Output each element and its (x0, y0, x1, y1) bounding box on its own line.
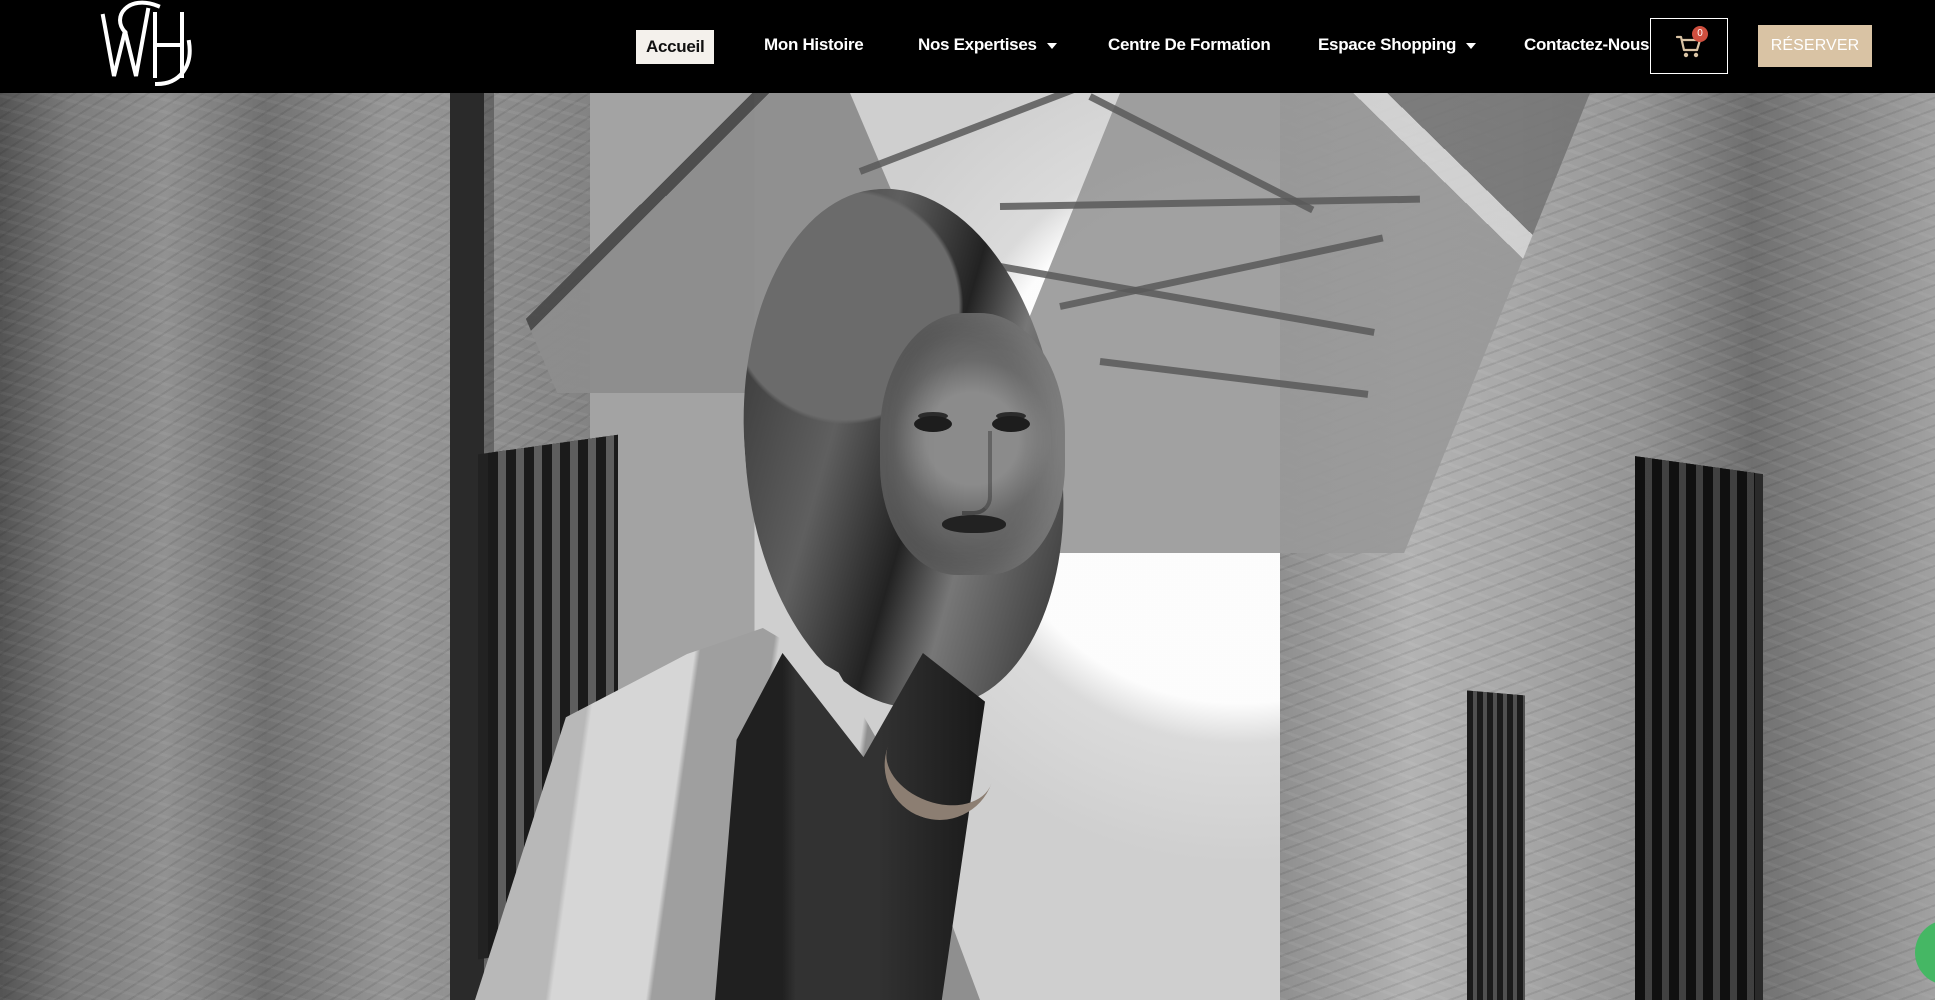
nav-label: Espace Shopping (1318, 35, 1457, 54)
cart-button[interactable]: 0 (1650, 18, 1728, 74)
nav-label: Contactez-Nous (1524, 35, 1650, 54)
nav-item-nos-expertises[interactable]: Nos Expertises (918, 24, 1057, 66)
chevron-down-icon (1466, 43, 1477, 49)
nav-item-espace-shopping[interactable]: Espace Shopping (1318, 24, 1477, 66)
reserve-button[interactable]: RÉSERVER (1758, 25, 1872, 67)
nav-label: Accueil (646, 37, 705, 56)
nav-item-contactez-nous[interactable]: Contactez-Nous (1524, 24, 1650, 66)
nav-item-accueil[interactable]: Accueil (636, 30, 715, 64)
nav-label: Centre De Formation (1108, 35, 1271, 54)
nav-item-centre-de-formation[interactable]: Centre De Formation (1108, 24, 1271, 66)
nav-label: Mon Histoire (764, 35, 864, 54)
image-shading (0, 93, 1935, 1000)
monogram-logo-icon (100, 0, 192, 87)
chevron-down-icon (1046, 43, 1057, 49)
nav-label: Nos Expertises (918, 35, 1037, 54)
homepage: Accueil Mon Histoire Nos Expertises Cent… (0, 0, 1935, 1000)
site-header: Accueil Mon Histoire Nos Expertises Cent… (0, 0, 1935, 93)
hero-banner (0, 93, 1935, 1000)
site-logo[interactable] (94, 0, 192, 90)
cart-count-badge: 0 (1692, 26, 1708, 42)
nav-item-mon-histoire[interactable]: Mon Histoire (764, 24, 864, 66)
